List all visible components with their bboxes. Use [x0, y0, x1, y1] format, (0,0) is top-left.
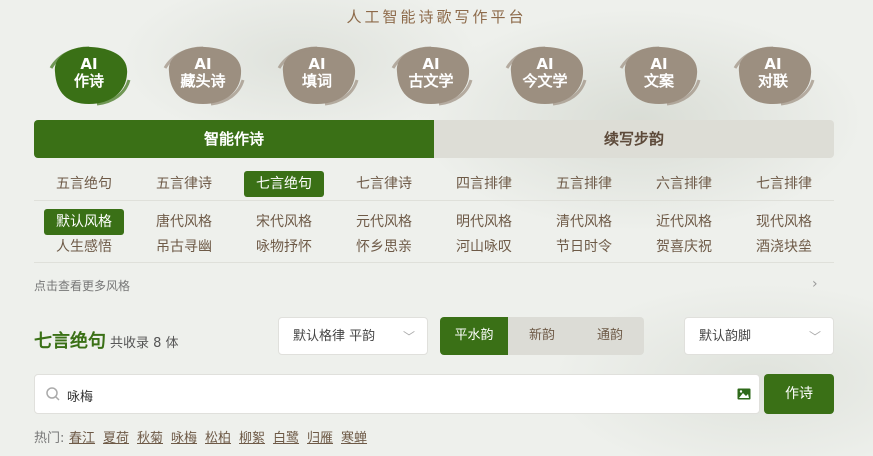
theme-option-1[interactable]: 吊古寻幽 — [144, 234, 224, 260]
nav-item-0[interactable]: AI 作诗 — [45, 42, 133, 108]
nav-item-label: AI 对联 — [757, 55, 788, 90]
style-option-4[interactable]: 明代风格 — [444, 209, 524, 235]
nav-item-label: AI 藏头诗 — [180, 55, 226, 90]
theme-option-0[interactable]: 人生感悟 — [44, 234, 124, 260]
meter-dropdown-value: 默认格律 平韵 — [293, 329, 376, 344]
chevron-down-icon: ﹀ — [402, 330, 415, 344]
form-option-6[interactable]: 六言排律 — [644, 171, 724, 197]
hot-tag-8[interactable]: 寒蝉 — [341, 427, 367, 446]
rhyme-foot-dropdown-value: 默认韵脚 — [699, 329, 752, 344]
topic-search-box — [34, 374, 760, 415]
hot-tag-5[interactable]: 柳絮 — [239, 427, 265, 446]
hot-tag-6[interactable]: 白鹭 — [273, 427, 299, 446]
divider — [34, 200, 834, 201]
compose-button[interactable]: 作诗 — [764, 374, 834, 414]
form-option-5[interactable]: 五言排律 — [544, 171, 624, 197]
chevron-right-icon[interactable]: › — [812, 276, 818, 292]
form-count: 共收录 8 体 — [110, 336, 179, 351]
style-option-2[interactable]: 宋代风格 — [244, 209, 324, 235]
form-option-4[interactable]: 四言排律 — [444, 171, 524, 197]
nav-item-label: AI 填词 — [301, 55, 332, 90]
rhyme-foot-dropdown[interactable]: 默认韵脚 ﹀ — [684, 317, 834, 355]
style-option-0[interactable]: 默认风格 — [44, 209, 124, 235]
nav-item-3[interactable]: AI 古文学 — [387, 42, 475, 108]
more-styles-link[interactable]: 点击查看更多风格 — [34, 277, 130, 294]
nav-item-label: AI 古文学 — [408, 55, 454, 90]
hot-tag-3[interactable]: 咏梅 — [171, 427, 197, 446]
nav-item-2[interactable]: AI 填词 — [273, 42, 361, 108]
image-upload-icon[interactable] — [737, 387, 751, 401]
style-option-3[interactable]: 元代风格 — [344, 209, 424, 235]
nav-item-4[interactable]: AI 今文学 — [501, 42, 589, 108]
form-option-1[interactable]: 五言律诗 — [144, 171, 224, 197]
nav-item-label: AI 作诗 — [73, 55, 104, 90]
hot-label: 热门: — [34, 431, 65, 446]
chevron-down-icon: ﹀ — [808, 330, 821, 344]
nav-item-6[interactable]: AI 对联 — [729, 42, 817, 108]
nav-item-5[interactable]: AI 文案 — [615, 42, 703, 108]
nav-item-1[interactable]: AI 藏头诗 — [159, 42, 247, 108]
style-option-7[interactable]: 现代风格 — [744, 209, 824, 235]
nav-item-label: AI 文案 — [643, 55, 674, 90]
search-icon — [46, 387, 60, 401]
rhyme-option-2[interactable]: 通韵 — [576, 317, 644, 355]
theme-option-2[interactable]: 咏物抒怀 — [244, 234, 324, 260]
hot-tag-4[interactable]: 松柏 — [205, 427, 231, 446]
theme-option-6[interactable]: 贺喜庆祝 — [644, 234, 724, 260]
theme-option-5[interactable]: 节日时令 — [544, 234, 624, 260]
form-option-2[interactable]: 七言绝句 — [244, 171, 324, 197]
meter-dropdown[interactable]: 默认格律 平韵 ﹀ — [278, 317, 428, 355]
form-option-0[interactable]: 五言绝句 — [44, 171, 124, 197]
selected-form-title: 七言绝句 — [34, 331, 106, 352]
rhyme-option-0[interactable]: 平水韵 — [440, 317, 508, 355]
hot-tag-7[interactable]: 归雁 — [307, 427, 333, 446]
hot-tag-1[interactable]: 夏荷 — [103, 427, 129, 446]
style-option-1[interactable]: 唐代风格 — [144, 209, 224, 235]
divider — [34, 262, 834, 263]
tab-smart-poem[interactable]: 智能作诗 — [34, 120, 434, 158]
hot-tag-2[interactable]: 秋菊 — [137, 427, 163, 446]
hot-tag-0[interactable]: 春江 — [69, 427, 95, 446]
topic-input[interactable] — [65, 375, 729, 415]
nav-item-label: AI 今文学 — [522, 55, 568, 90]
theme-option-7[interactable]: 酒浇块垒 — [744, 234, 824, 260]
site-title: 人工智能诗歌写作平台 — [346, 8, 527, 26]
form-option-7[interactable]: 七言排律 — [744, 171, 824, 197]
rhyme-option-1[interactable]: 新韵 — [508, 317, 576, 355]
style-option-6[interactable]: 近代风格 — [644, 209, 724, 235]
style-option-5[interactable]: 清代风格 — [544, 209, 624, 235]
form-option-3[interactable]: 七言律诗 — [344, 171, 424, 197]
theme-option-4[interactable]: 河山咏叹 — [444, 234, 524, 260]
tab-continue-rhyme[interactable]: 续写步韵 — [434, 120, 834, 158]
theme-option-3[interactable]: 怀乡思亲 — [344, 234, 424, 260]
